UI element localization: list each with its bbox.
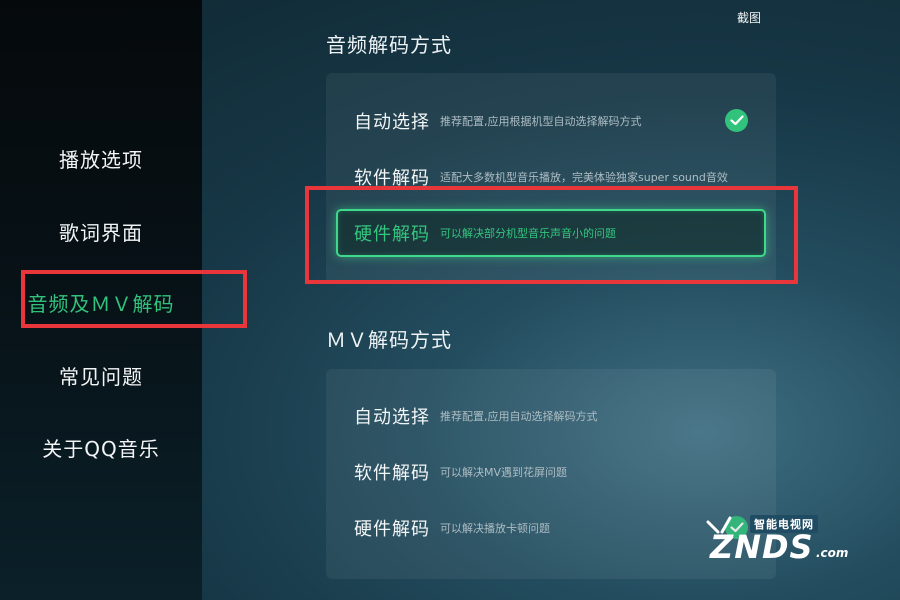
mv-option-auto[interactable]: 自动选择 推荐配置,应用自动选择解码方式: [354, 401, 598, 431]
option-label: 硬件解码: [354, 519, 430, 540]
sidebar-item-about[interactable]: 关于QQ音乐: [0, 433, 202, 462]
mv-option-software[interactable]: 软件解码 可以解决MV遇到花屏问题: [354, 457, 567, 487]
watermark-main-text: ZNDS: [710, 528, 814, 566]
option-description: 适配大多数机型音乐播放，完美体验独家super sound音效: [440, 171, 728, 184]
option-description: 可以解决播放卡顿问题: [440, 522, 550, 535]
sidebar: 播放选项 歌词界面 音频及ＭＶ解码 常见问题 关于QQ音乐: [0, 0, 202, 600]
audio-option-hardware[interactable]: 硬件解码 可以解决部分机型音乐声音小的问题: [354, 218, 616, 248]
option-label: 软件解码: [354, 463, 430, 484]
watermark-logo: 智能电视网 ZNDS .com: [690, 506, 855, 566]
option-description: 推荐配置,应用根据机型自动选择解码方式: [440, 115, 642, 128]
option-label: 自动选择: [354, 112, 430, 133]
mv-section-title: ＭＶ解码方式: [326, 328, 452, 352]
option-description: 推荐配置,应用自动选择解码方式: [440, 410, 598, 423]
option-label: 软件解码: [354, 168, 430, 189]
watermark-suffix-text: .com: [816, 546, 849, 560]
sidebar-item-faq[interactable]: 常见问题: [0, 361, 202, 390]
option-label: 硬件解码: [354, 224, 430, 245]
mv-option-hardware[interactable]: 硬件解码 可以解决播放卡顿问题: [354, 513, 550, 543]
sidebar-item-playback-options[interactable]: 播放选项: [0, 144, 202, 173]
audio-section-title: 音频解码方式: [326, 33, 452, 57]
audio-option-software[interactable]: 软件解码 适配大多数机型音乐播放，完美体验独家super sound音效: [354, 162, 728, 192]
check-icon: [725, 109, 748, 132]
screenshot-label[interactable]: 截图: [737, 9, 761, 26]
sidebar-item-audio-mv-decoding[interactable]: 音频及ＭＶ解码: [0, 288, 202, 317]
option-label: 自动选择: [354, 407, 430, 428]
option-description: 可以解决MV遇到花屏问题: [440, 466, 568, 479]
option-description: 可以解决部分机型音乐声音小的问题: [440, 227, 616, 240]
sidebar-item-lyrics-interface[interactable]: 歌词界面: [0, 217, 202, 246]
audio-option-auto[interactable]: 自动选择 推荐配置,应用根据机型自动选择解码方式: [354, 106, 642, 136]
